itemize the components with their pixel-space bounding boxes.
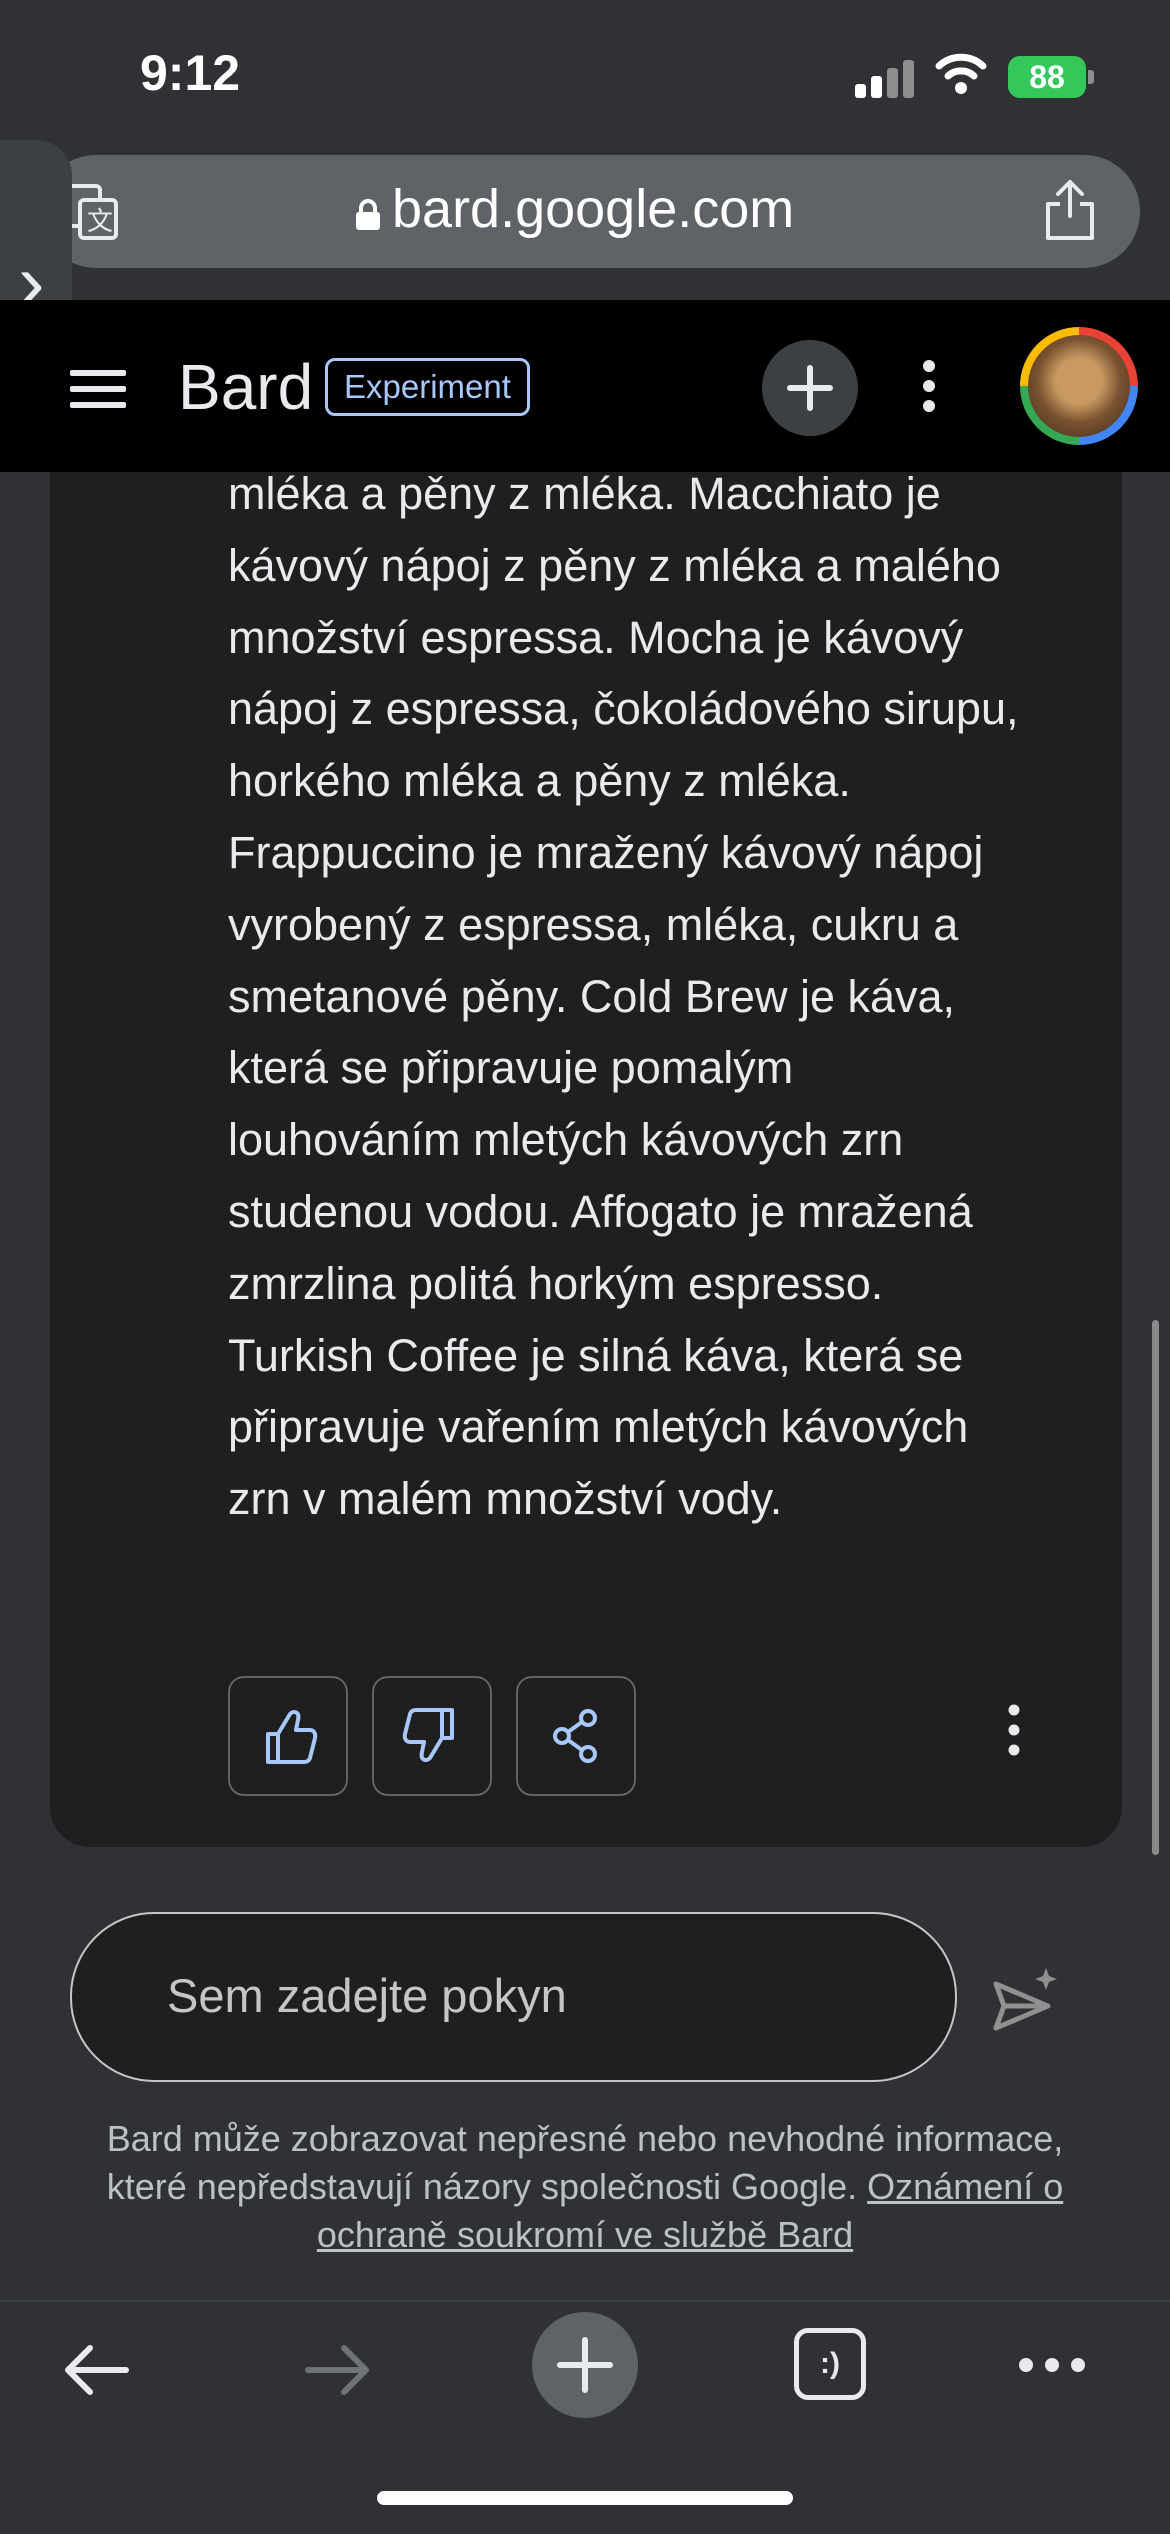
brand-title: Bard [178,351,314,423]
thumbs-up-icon [266,1710,318,1764]
url-text[interactable]: bard.google.com [392,178,794,240]
app-header [0,300,1170,472]
avatar-image [1028,335,1130,437]
disclaimer: Bard může zobrazovat nepřesné nebo nevho… [70,2115,1100,2259]
battery-indicator: 88 [1008,56,1086,98]
prompt-placeholder[interactable]: Sem zadejte pokyn [167,1968,567,2023]
thumbs-down-icon [402,1708,454,1762]
back-arrow-icon[interactable] [60,2340,132,2400]
scrollbar[interactable] [1152,1320,1159,1855]
tabs-icon[interactable]: :) [794,2328,866,2400]
svg-text:文: 文 [87,206,113,236]
new-tab-icon [557,2337,613,2393]
wifi-icon [935,53,987,94]
experiment-badge: Experiment [325,358,530,416]
menu-icon[interactable] [70,370,126,418]
more-horiz-icon[interactable] [1016,2355,1088,2375]
lock-icon [356,199,380,230]
response-text: mléka a pěny z mléka. Macchiato je kávov… [228,468,1019,1525]
more-vert-icon[interactable] [1000,1702,1028,1758]
send-icon[interactable] [990,1962,1062,2034]
new-tab-button[interactable] [532,2312,638,2418]
thumbs-down-button[interactable] [372,1676,492,1796]
share-response-button[interactable] [516,1676,636,1796]
status-bar: 9:12 88 [0,0,1170,150]
forward-arrow-icon[interactable] [302,2340,374,2400]
status-time: 9:12 [140,45,241,101]
share-icon[interactable] [1040,178,1100,242]
avatar[interactable] [1020,327,1138,445]
home-indicator[interactable] [377,2491,793,2505]
new-chat-button[interactable] [762,340,858,436]
thumbs-up-button[interactable] [228,1676,348,1796]
share-nodes-icon [553,1709,597,1763]
plus-icon [787,365,833,411]
more-vert-icon[interactable] [915,358,943,414]
signal-icon [855,58,917,98]
battery-tip [1088,70,1094,84]
